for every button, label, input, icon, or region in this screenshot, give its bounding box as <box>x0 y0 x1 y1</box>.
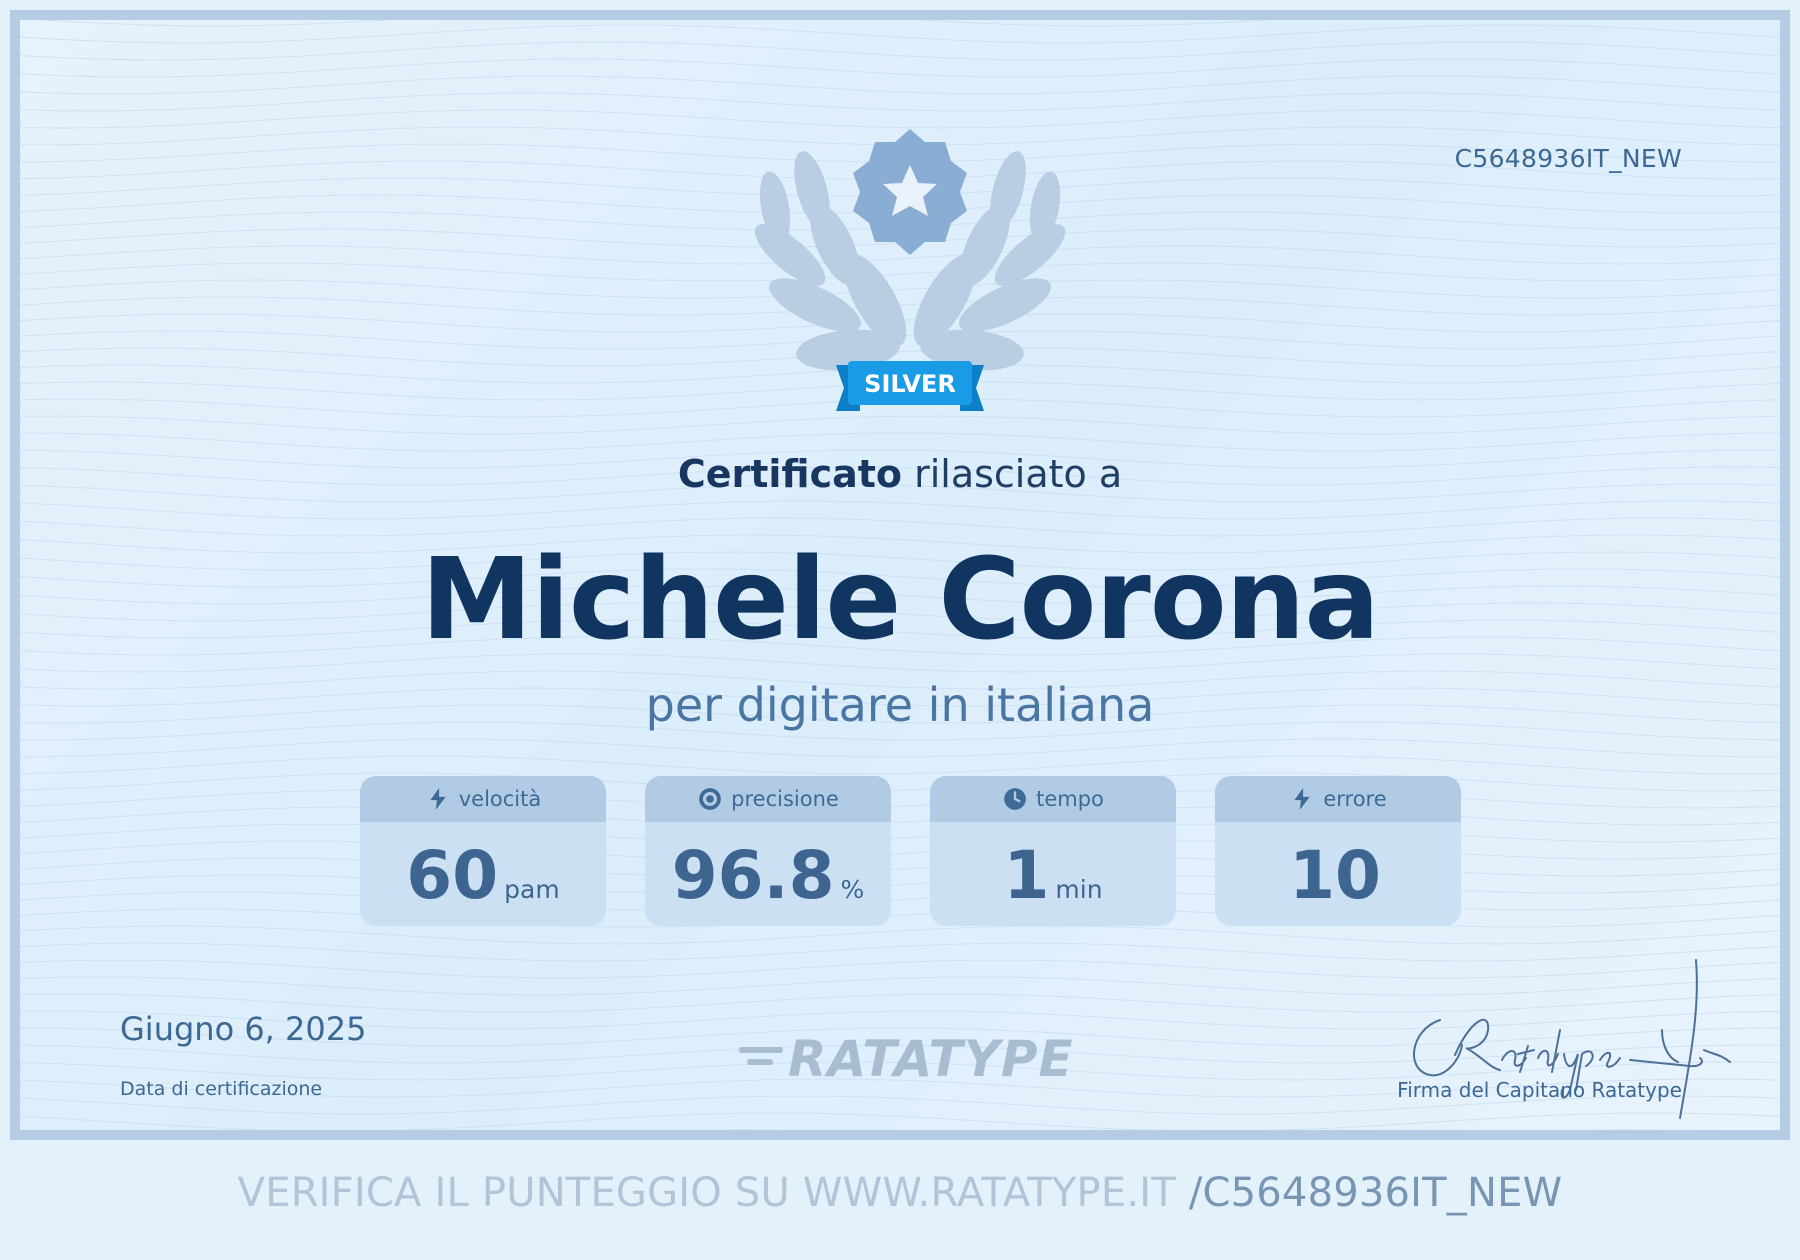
brand-name: RATATYPE <box>788 1030 1074 1088</box>
stat-label: velocità <box>458 787 542 811</box>
stat-speed: velocità 60 pam <box>360 776 606 926</box>
stat-label: precisione <box>731 787 839 811</box>
brand-logo: RATATYPE <box>736 1030 1074 1088</box>
certificate-subject: per digitare in italiana <box>645 678 1155 732</box>
stat-value: 1 <box>1003 837 1050 914</box>
stat-header: precisione <box>645 776 891 822</box>
stats-row: velocità 60 pam precisione 96.8 % tempo <box>360 776 1461 926</box>
stat-label: tempo <box>1036 787 1104 811</box>
stat-unit: pam <box>504 875 560 904</box>
stat-header: velocità <box>360 776 606 822</box>
ratatype-logo-icon <box>739 1047 783 1065</box>
star-medal-icon <box>853 129 967 255</box>
certificate: C5648936IT_NEW SILVER Certificato rilasc… <box>10 10 1790 1140</box>
certificate-code: C5648936IT_NEW <box>1454 144 1682 173</box>
stat-accuracy: precisione 96.8 % <box>645 776 891 926</box>
lightning-icon <box>430 788 446 810</box>
silver-ribbon: SILVER <box>836 361 984 411</box>
signature-label: Firma del Capitano Ratatype <box>1397 1078 1682 1102</box>
stat-unit: % <box>840 875 865 904</box>
stat-body: 1 min <box>930 822 1176 926</box>
verify-text: VERIFICA IL PUNTEGGIO SU WWW.RATATYPE.IT <box>237 1170 1189 1216</box>
certification-date: Giugno 6, 2025 <box>120 1010 367 1048</box>
verify-line: VERIFICA IL PUNTEGGIO SU WWW.RATATYPE.IT… <box>0 1170 1800 1216</box>
issued-strong: Certificato <box>677 452 903 496</box>
recipient-name: Michele Corona <box>421 535 1380 665</box>
stat-header: tempo <box>930 776 1176 822</box>
issued-to-line: Certificato rilasciato a <box>20 452 1780 496</box>
target-icon <box>699 788 722 810</box>
stat-errors: errore 10 <box>1215 776 1461 926</box>
certification-date-label: Data di certificazione <box>120 1078 323 1100</box>
lightning-icon <box>1294 788 1310 810</box>
stat-value: 96.8 <box>671 837 835 914</box>
verify-link[interactable]: /C5648936IT_NEW <box>1189 1170 1563 1216</box>
stat-body: 60 pam <box>360 822 606 926</box>
badge-label: SILVER <box>864 370 956 398</box>
clock-icon <box>1004 788 1026 810</box>
stat-value: 10 <box>1289 837 1381 914</box>
stat-value: 60 <box>406 837 499 914</box>
stat-time: tempo 1 min <box>930 776 1176 926</box>
issued-rest: rilasciato a <box>902 452 1123 496</box>
stat-body: 10 <box>1215 822 1461 926</box>
stat-unit: min <box>1055 875 1103 904</box>
award-emblem: SILVER <box>754 129 1066 411</box>
stat-label: errore <box>1323 787 1387 811</box>
stat-body: 96.8 % <box>645 822 891 926</box>
stat-header: errore <box>1215 776 1461 822</box>
